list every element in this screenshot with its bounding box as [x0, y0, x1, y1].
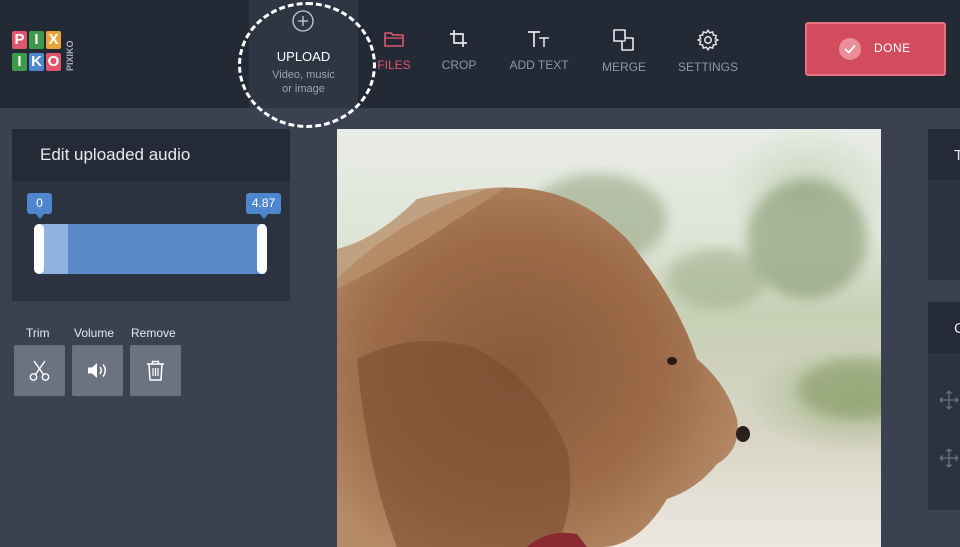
trim-start-handle[interactable]	[34, 224, 44, 274]
panel-header: Edit uploaded audio	[12, 129, 290, 181]
video-frame-image	[337, 174, 881, 547]
pixiko-logo[interactable]: P I X I K O PIXIKO	[12, 31, 78, 77]
tab-settings-label: SETTINGS	[677, 60, 738, 74]
gear-icon	[697, 29, 719, 51]
right-panel-bottom: C	[928, 302, 960, 510]
logo-letter: I	[29, 31, 44, 49]
tab-merge[interactable]: MERGE	[598, 28, 650, 80]
tab-add-text[interactable]: ADD TEXT	[505, 28, 573, 80]
top-toolbar: P I X I K O PIXIKO UPLOAD Video, music o…	[0, 0, 960, 128]
right-panel-title: C	[954, 320, 960, 337]
remove-label: Remove	[131, 326, 176, 340]
tab-crop-label: CROP	[441, 58, 477, 72]
scissors-icon	[29, 360, 50, 381]
tab-merge-label: MERGE	[601, 60, 646, 74]
upload-highlight-ring	[238, 2, 376, 128]
merge-icon	[613, 29, 634, 51]
text-icon	[528, 31, 549, 47]
done-label: DONE	[874, 41, 911, 55]
volume-label: Volume	[74, 326, 115, 340]
remove-button[interactable]	[130, 345, 181, 396]
range-end-tag: 4.87	[246, 193, 281, 219]
folder-icon	[384, 32, 404, 47]
logo-letter: P	[12, 31, 27, 49]
tab-settings[interactable]: SETTINGS	[676, 28, 740, 80]
audio-trim-track[interactable]	[39, 224, 265, 274]
range-start-tag: 0	[27, 193, 52, 219]
tab-files[interactable]: FILES	[370, 28, 418, 80]
move-icon[interactable]	[939, 448, 959, 468]
trash-icon	[147, 360, 164, 381]
audio-edit-panel: Edit uploaded audio 0 4.87	[12, 129, 290, 301]
logo-letter: O	[46, 53, 61, 71]
done-button[interactable]: DONE	[805, 22, 946, 76]
right-panel-top: T	[928, 129, 960, 280]
logo-letter: X	[46, 31, 61, 49]
logo-letter: K	[29, 53, 44, 71]
tab-files-label: FILES	[377, 58, 411, 72]
check-icon	[839, 38, 861, 60]
logo-wordmark: PIXIKO	[65, 40, 75, 72]
panel-title: Edit uploaded audio	[40, 145, 191, 164]
right-panel-title: T	[954, 147, 960, 164]
logo-letter: I	[12, 53, 27, 71]
tab-crop[interactable]: CROP	[435, 28, 483, 80]
right-panel-header: T	[928, 129, 960, 180]
video-preview[interactable]	[337, 129, 881, 547]
trim-end-handle[interactable]	[257, 224, 267, 274]
trim-label: Trim	[26, 326, 50, 340]
right-panel-header: C	[928, 302, 960, 353]
trim-button[interactable]	[14, 345, 65, 396]
volume-button[interactable]	[72, 345, 123, 396]
speaker-icon	[88, 363, 106, 378]
move-icon[interactable]	[939, 390, 959, 410]
tab-add-text-label: ADD TEXT	[509, 58, 569, 72]
crop-icon	[450, 30, 467, 47]
